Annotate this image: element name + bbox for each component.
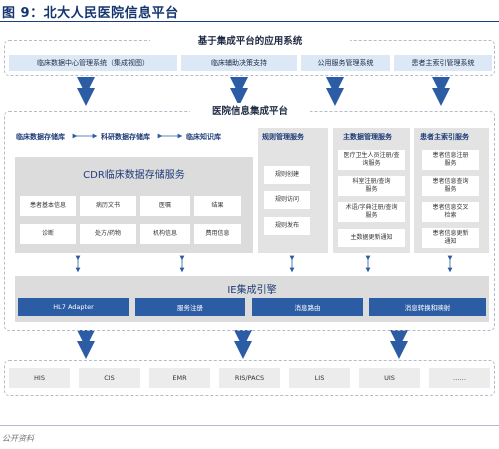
cdr-item-institution: 机构信息 — [140, 224, 190, 244]
ie-component-hl7-adapter: HL7 Adapter — [18, 298, 129, 316]
mpi-item-register: 患者信息注册服务 — [422, 150, 479, 170]
rules-service-title: 规则管理服务 — [262, 133, 304, 141]
master-item-terminology-registry-text: 术语/字典注册/查询服务 — [345, 204, 398, 219]
source-system-uis: UIS — [359, 368, 420, 388]
source-system-cis: CIS — [79, 368, 140, 388]
mpi-item-query: 患者信息查询服务 — [422, 176, 479, 196]
rules-item-publish: 规则发布 — [264, 217, 310, 235]
rules-item-access: 规则访问 — [264, 191, 310, 209]
mpi-item-cross-ref-text: 患者信息交叉检索 — [432, 204, 469, 219]
repo-clinical-data: 临床数据存储库 — [16, 133, 65, 141]
title-divider — [0, 21, 499, 22]
figure-title: 图 9：北大人民医院信息平台 — [2, 6, 179, 21]
mpi-item-update-notify-text: 患者信息更新通知 — [432, 230, 469, 245]
cdr-item-diagnosis: 诊断 — [20, 224, 76, 244]
source-system-lis: LIS — [289, 368, 350, 388]
cdr-item-patient-info: 患者基本信息 — [20, 196, 76, 216]
master-item-terminology-registry: 术语/字典注册/查询服务 — [338, 202, 405, 222]
cdr-item-results: 结果 — [194, 196, 241, 216]
integration-platform-title: 医院信息集成平台 — [190, 103, 310, 117]
ie-component-message-routing: 消息路由 — [252, 298, 363, 316]
master-item-dept-registry: 科室注册/查询服务 — [338, 176, 405, 196]
app-system-mpi-management: 患者主索引管理系统 — [394, 55, 492, 71]
source-system-ris-pacs: RIS/PACS — [219, 368, 280, 388]
cdr-item-prescriptions: 处方/药物 — [80, 224, 136, 244]
ie-engine-title: IE集成引擎 — [227, 285, 277, 296]
source-note: 公开资料 — [2, 434, 34, 443]
app-system-public-services: 公用服务管理系统 — [301, 55, 390, 71]
app-system-cdr-management: 临床数据中心管理系统（集成视图） — [9, 55, 177, 71]
repo-research-data: 科研数据存储库 — [101, 133, 150, 141]
rules-item-create: 规则创建 — [264, 166, 310, 184]
cdr-service-title: CDR临床数据存储服务 — [83, 170, 185, 181]
source-system-emr: EMR — [149, 368, 210, 388]
master-item-update-notify: 主数据更新通知 — [338, 229, 405, 247]
footer-divider — [0, 425, 499, 426]
mpi-item-register-text: 患者信息注册服务 — [432, 152, 469, 167]
cdr-item-medical-records: 病历文书 — [80, 196, 136, 216]
mpi-service-title: 患者主索引服务 — [420, 133, 469, 141]
mpi-item-query-text: 患者信息查询服务 — [432, 178, 469, 193]
source-system-more: …… — [429, 368, 490, 388]
repo-clinical-knowledge: 临床知识库 — [186, 133, 221, 141]
source-system-his: HIS — [9, 368, 70, 388]
ie-component-service-registry: 服务注册 — [135, 298, 245, 316]
cdr-item-orders: 医嘱 — [140, 196, 190, 216]
master-item-staff-registry: 医疗卫生人员注册/查询服务 — [338, 150, 405, 170]
ie-component-message-transform: 消息转换和映射 — [369, 298, 486, 316]
master-item-staff-registry-text: 医疗卫生人员注册/查询服务 — [343, 152, 400, 167]
mpi-item-update-notify: 患者信息更新通知 — [422, 228, 479, 248]
mpi-item-cross-ref: 患者信息交叉检索 — [422, 202, 479, 222]
master-data-service-title: 主数据管理服务 — [343, 133, 392, 141]
master-item-dept-registry-text: 科室注册/查询服务 — [352, 178, 391, 193]
application-layer-title: 基于集成平台的应用系统 — [150, 33, 350, 47]
cdr-item-costs: 费用信息 — [194, 224, 241, 244]
app-system-decision-support: 临床辅助决策支持 — [181, 55, 297, 71]
